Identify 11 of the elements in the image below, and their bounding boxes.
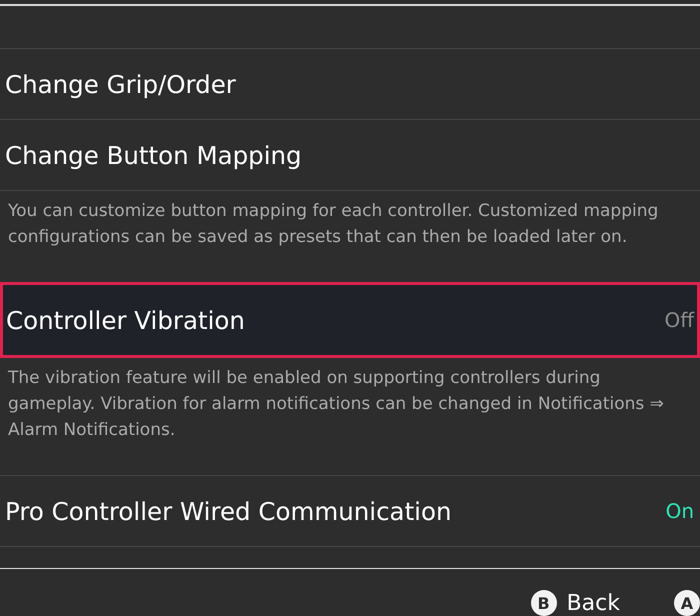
setting-description: You can customize button mapping for each controller. Customized mapping configurations can be saved as presets that can then be loaded later on. — [7, 200, 660, 249]
setting-description: The vibration feature will be enabled on supporting controllers during gameplay. Vibration for alarm notifications can be changed in Notifications ⇒ Alarm Notifications. — [7, 367, 665, 442]
settings-row[interactable]: Change Button Mapping — [0, 119, 700, 191]
settings-row[interactable]: Controller Vibration Off — [0, 282, 700, 358]
back-button[interactable]: B Back — [530, 590, 620, 616]
status-value: Off — [664, 308, 694, 332]
settings-row[interactable]: Pro Controller Wired Communication On — [0, 475, 700, 547]
status-value: On — [666, 499, 694, 523]
a-button[interactable]: A — [674, 590, 700, 616]
settings-row[interactable]: Change Grip/Order — [0, 48, 700, 120]
button-glyph: B — [530, 590, 557, 616]
